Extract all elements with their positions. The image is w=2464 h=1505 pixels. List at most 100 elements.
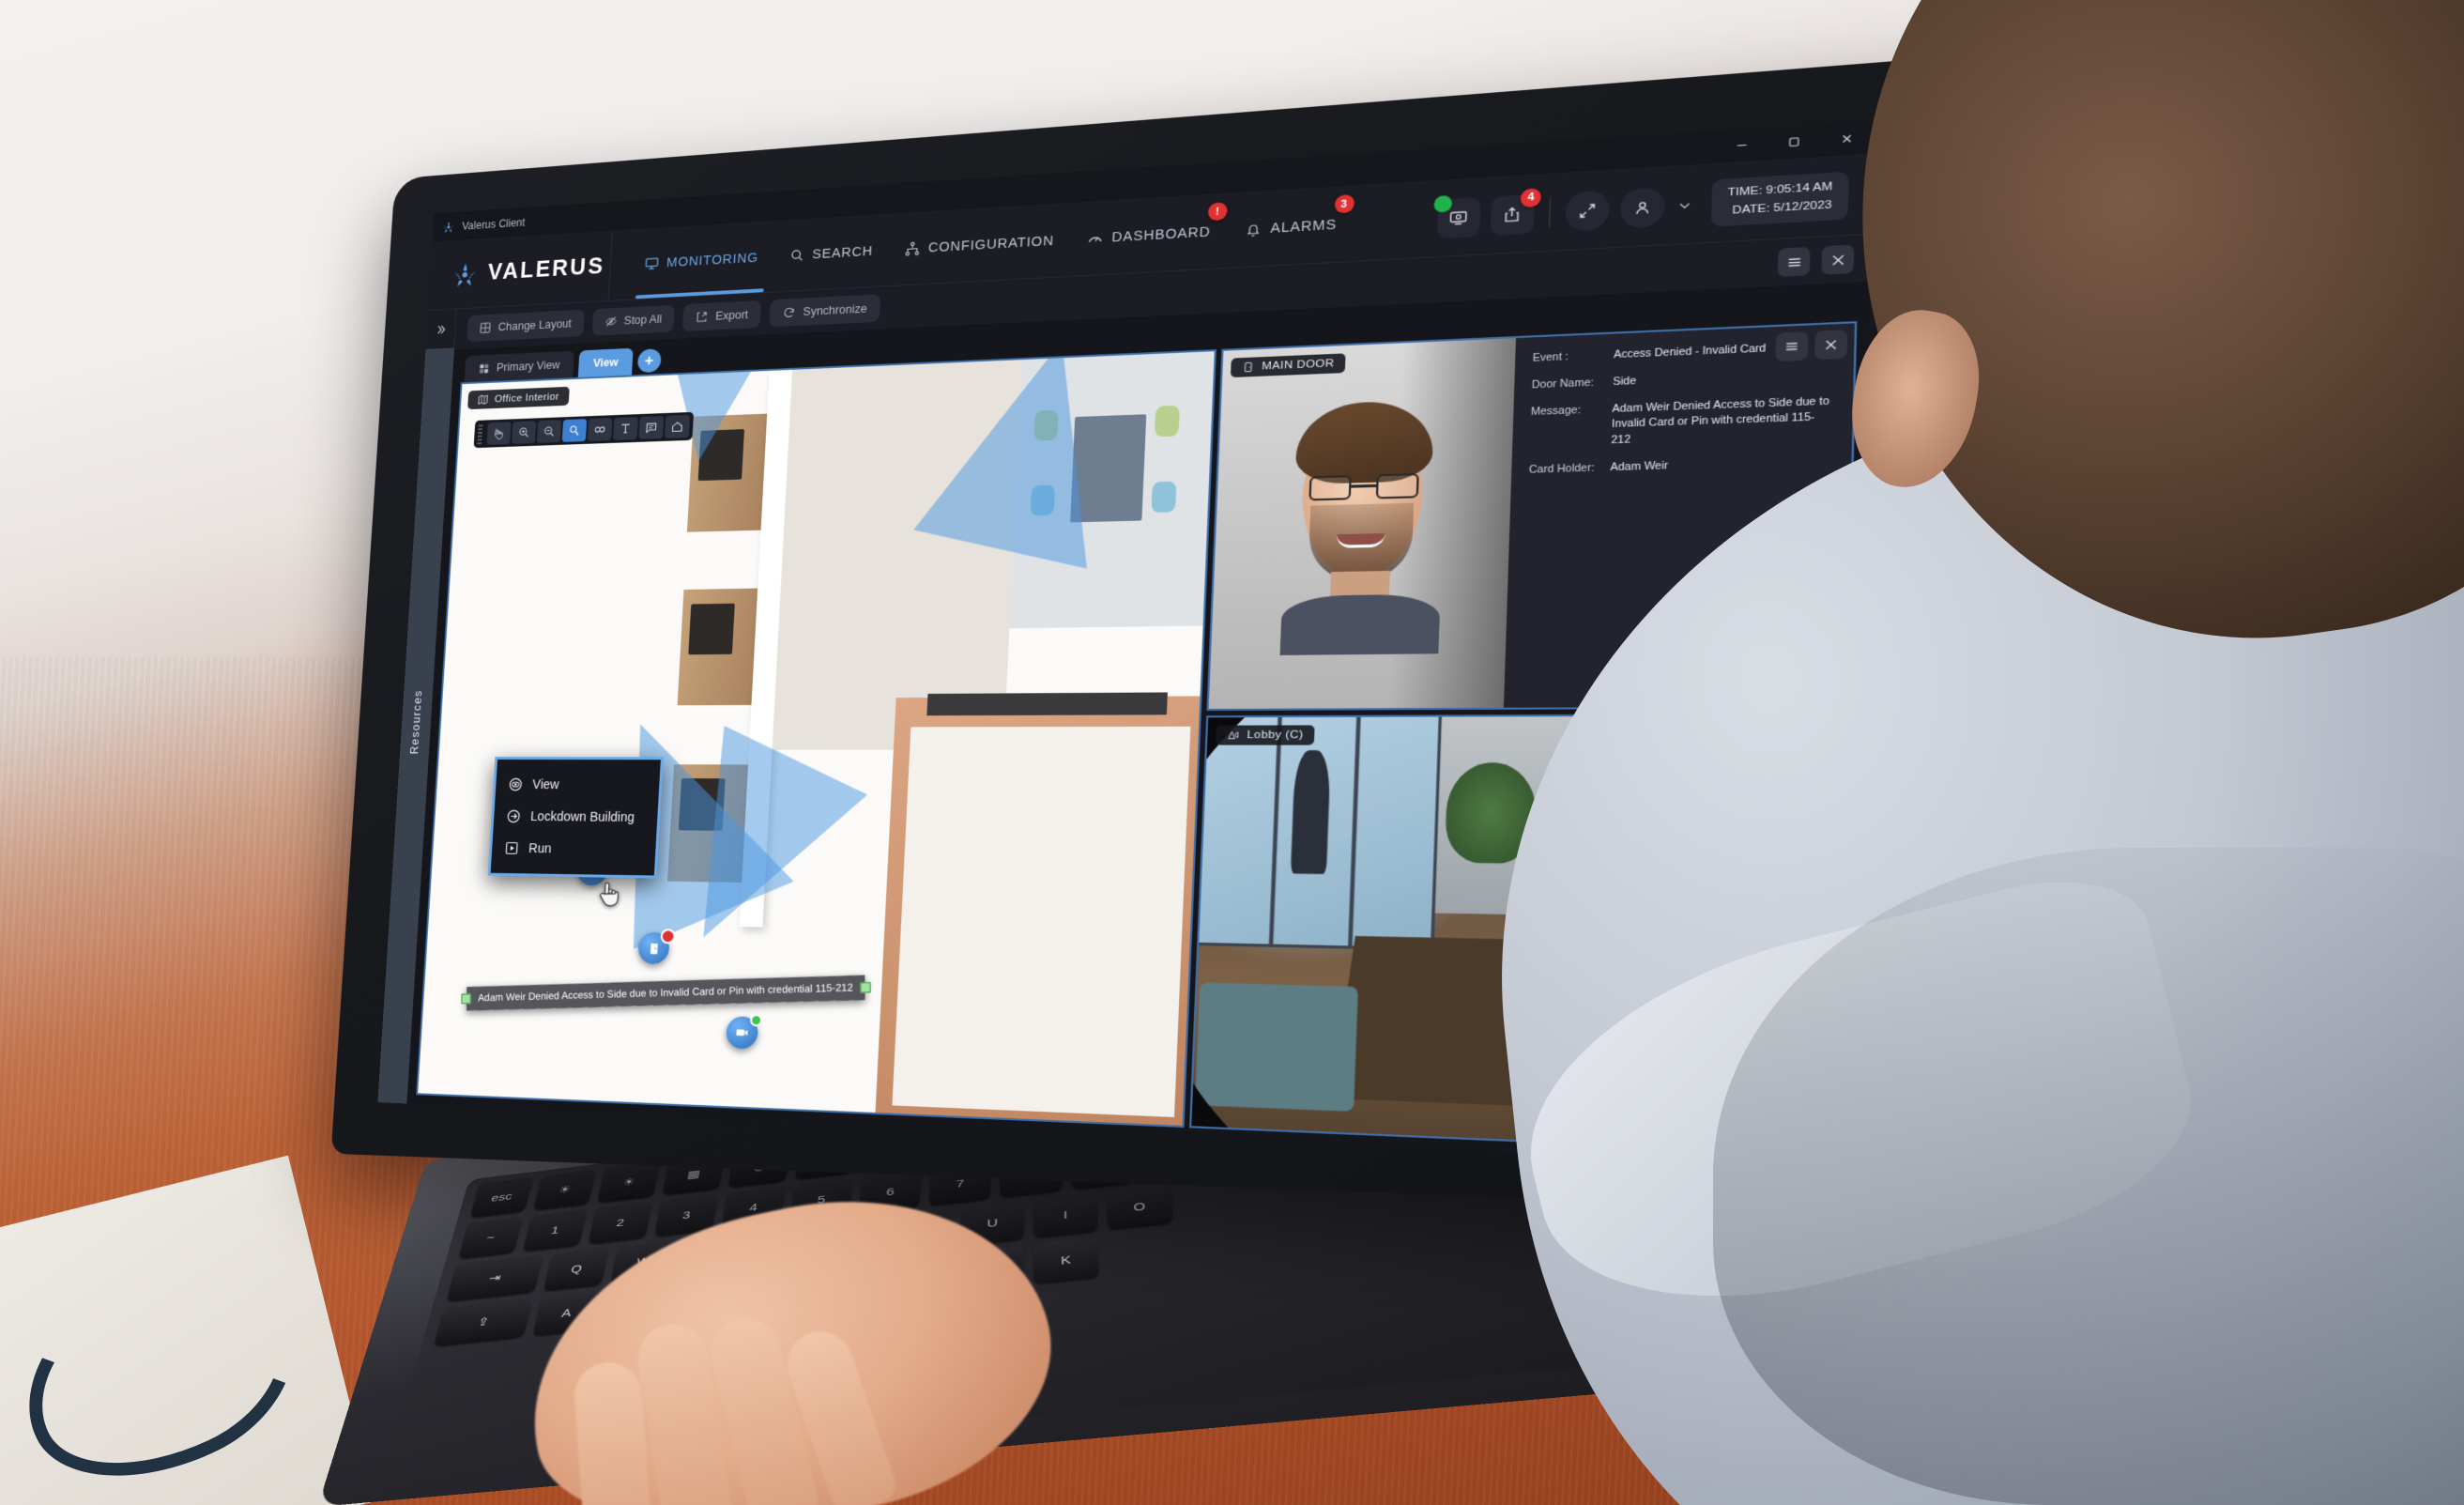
stop-eye-icon <box>605 315 618 328</box>
lobby-pane-label: Lobby (C) <box>1216 725 1316 745</box>
glasses-right-lens <box>1375 473 1419 499</box>
display-button[interactable] <box>1433 194 1481 238</box>
context-menu-item-lockdown[interactable]: Lockdown Building <box>493 800 658 834</box>
nav-dashboard-label: DASHBOARD <box>1111 223 1211 245</box>
main-door-close-button[interactable] <box>1814 330 1848 361</box>
context-menu-item-run[interactable]: Run <box>491 832 656 866</box>
key-esc: esc <box>469 1176 534 1218</box>
clock-box: TIME: 9:05:14 AM DATE: 5/12/2023 <box>1710 172 1849 227</box>
nav-search[interactable]: SEARCH <box>786 216 877 291</box>
nav-monitoring-label: MONITORING <box>666 250 759 270</box>
monitor-icon <box>644 255 660 271</box>
link-icon <box>593 422 607 437</box>
sitemap-icon <box>904 240 921 257</box>
door-icon <box>650 942 657 954</box>
share-count-badge: 4 <box>1520 187 1542 207</box>
map-tools-grip[interactable] <box>477 423 483 444</box>
chevron-down-icon[interactable] <box>1676 196 1694 213</box>
face-hair <box>1294 399 1434 485</box>
close-icon <box>1839 131 1854 146</box>
display-icon <box>1448 207 1469 227</box>
lobby-sofa <box>1195 982 1359 1113</box>
synchronize-label: Synchronize <box>803 301 867 318</box>
map-icon <box>477 393 489 406</box>
key-tab: ⇥ <box>446 1254 543 1302</box>
event-toast-text: Adam Weir Denied Access to Side due to I… <box>477 981 853 1004</box>
clock-date-value: 5/12/2023 <box>1773 198 1832 214</box>
link-tool[interactable] <box>587 418 613 441</box>
pane-map[interactable]: Adam Weir Denied Access to Side due to I… <box>416 349 1217 1129</box>
grid-icon <box>479 321 492 334</box>
map-context-menu[interactable]: View Lockdown Building Run <box>487 756 664 879</box>
floorplan-map[interactable]: Adam Weir Denied Access to Side due to I… <box>418 349 1216 1126</box>
lobby-pane-title: Lobby (C) <box>1247 729 1304 742</box>
change-layout-label: Change Layout <box>497 316 573 334</box>
key-capslock: ⇪ <box>434 1298 533 1346</box>
share-button[interactable]: 4 <box>1490 187 1542 236</box>
rail-expand-button[interactable] <box>425 309 456 349</box>
main-door-menu-button[interactable] <box>1775 331 1809 361</box>
text-tool[interactable] <box>612 417 638 440</box>
card-holder-photo: MAIN DOOR <box>1209 338 1517 710</box>
glasses-bridge <box>1350 484 1376 488</box>
nav-dashboard[interactable]: DASHBOARD ! <box>1083 195 1229 275</box>
nav-monitoring[interactable]: MONITORING <box>640 223 761 299</box>
close-button[interactable] <box>1819 120 1873 158</box>
layout-icon <box>480 363 489 374</box>
zoom-out-icon <box>543 424 557 438</box>
workspace-menu-button[interactable] <box>1777 246 1811 277</box>
synchronize-button[interactable]: Synchronize <box>769 294 881 328</box>
pan-icon <box>492 426 506 440</box>
header-divider <box>1548 197 1552 228</box>
zoom-in-tool[interactable] <box>512 421 537 444</box>
minimize-icon <box>1734 138 1749 152</box>
chevrons-right-icon <box>434 322 447 336</box>
maximize-button[interactable] <box>1767 123 1820 161</box>
lobby-person <box>1290 749 1331 874</box>
add-view-button[interactable]: + <box>636 348 662 374</box>
key-f2: ☀ <box>597 1161 661 1203</box>
key-i: I <box>1033 1192 1098 1238</box>
user-icon <box>1632 198 1653 217</box>
event-key: Message: <box>1530 403 1582 418</box>
map-pane-title: Office Interior <box>494 391 560 405</box>
event-value: Adam Weir Denied Access to Side due to I… <box>1611 394 1830 447</box>
arrow-circle-icon <box>506 808 522 824</box>
tab-view[interactable]: View <box>578 347 634 377</box>
mouse-cursor-hand-icon <box>597 880 622 908</box>
nav-alarms[interactable]: ALARMS 3 <box>1242 188 1354 268</box>
export-icon <box>696 311 709 324</box>
context-menu-run-label: Run <box>528 840 552 856</box>
key-1: 1 <box>522 1208 588 1252</box>
user-button[interactable] <box>1619 186 1665 229</box>
close-icon <box>1829 252 1846 268</box>
expand-button[interactable] <box>1565 189 1611 232</box>
close-icon <box>1823 337 1840 352</box>
minimize-button[interactable] <box>1715 127 1768 164</box>
pan-tool[interactable] <box>486 422 512 445</box>
change-layout-button[interactable]: Change Layout <box>467 309 585 343</box>
dashboard-alert-badge: ! <box>1207 202 1229 222</box>
hamburger-icon <box>1785 253 1803 269</box>
stop-all-button[interactable]: Stop All <box>591 304 676 336</box>
home-icon <box>670 420 684 434</box>
glasses-left-lens <box>1308 475 1352 501</box>
nav-configuration[interactable]: CONFIGURATION <box>901 205 1058 284</box>
card-holder-face <box>1279 399 1445 656</box>
face-shirt <box>1279 593 1441 656</box>
event-key: Event : <box>1532 350 1569 364</box>
workspace-close-button[interactable] <box>1821 244 1855 275</box>
export-button[interactable]: Export <box>681 299 762 331</box>
nav-search-label: SEARCH <box>811 243 874 262</box>
eye-icon <box>508 776 524 792</box>
toast-handle-left[interactable] <box>461 992 471 1004</box>
camera-icon <box>736 1029 748 1037</box>
comment-tool[interactable] <box>638 415 665 439</box>
context-menu-item-view[interactable]: View <box>495 768 660 801</box>
toast-handle-right[interactable] <box>860 981 871 993</box>
zoom-out-tool[interactable] <box>536 420 562 443</box>
select-pointer-tool[interactable] <box>561 419 588 442</box>
main-door-pane-title: MAIN DOOR <box>1262 358 1335 373</box>
valerus-logo-icon <box>453 262 477 286</box>
home-tool[interactable] <box>664 414 691 438</box>
